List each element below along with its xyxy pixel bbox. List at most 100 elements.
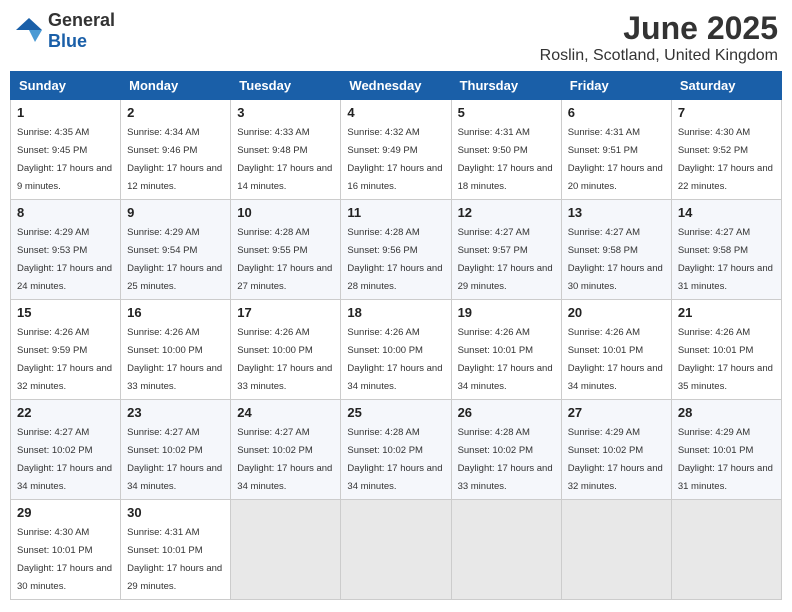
day-detail: Sunrise: 4:35 AMSunset: 9:45 PMDaylight:…: [17, 127, 112, 192]
day-number: 1: [17, 105, 114, 120]
calendar-cell: 24 Sunrise: 4:27 AMSunset: 10:02 PMDayli…: [231, 400, 341, 500]
month-title: June 2025: [540, 10, 778, 47]
day-number: 7: [678, 105, 775, 120]
day-detail: Sunrise: 4:27 AMSunset: 10:02 PMDaylight…: [127, 427, 222, 492]
calendar-cell: 12 Sunrise: 4:27 AMSunset: 9:57 PMDaylig…: [451, 200, 561, 300]
day-number: 29: [17, 505, 114, 520]
day-detail: Sunrise: 4:27 AMSunset: 10:02 PMDaylight…: [17, 427, 112, 492]
day-detail: Sunrise: 4:26 AMSunset: 10:00 PMDaylight…: [347, 327, 442, 392]
day-detail: Sunrise: 4:29 AMSunset: 10:01 PMDaylight…: [678, 427, 773, 492]
weekday-header: Wednesday: [341, 72, 451, 100]
calendar-week-row: 1 Sunrise: 4:35 AMSunset: 9:45 PMDayligh…: [11, 100, 782, 200]
day-detail: Sunrise: 4:26 AMSunset: 10:01 PMDaylight…: [458, 327, 553, 392]
calendar-cell: 17 Sunrise: 4:26 AMSunset: 10:00 PMDayli…: [231, 300, 341, 400]
calendar-cell: 8 Sunrise: 4:29 AMSunset: 9:53 PMDayligh…: [11, 200, 121, 300]
calendar-cell: 16 Sunrise: 4:26 AMSunset: 10:00 PMDayli…: [121, 300, 231, 400]
day-number: 8: [17, 205, 114, 220]
day-detail: Sunrise: 4:27 AMSunset: 9:58 PMDaylight:…: [678, 227, 773, 292]
day-number: 2: [127, 105, 224, 120]
day-number: 16: [127, 305, 224, 320]
calendar-cell: 6 Sunrise: 4:31 AMSunset: 9:51 PMDayligh…: [561, 100, 671, 200]
title-area: June 2025 Roslin, Scotland, United Kingd…: [540, 10, 778, 65]
day-detail: Sunrise: 4:26 AMSunset: 10:01 PMDaylight…: [568, 327, 663, 392]
day-detail: Sunrise: 4:29 AMSunset: 9:53 PMDaylight:…: [17, 227, 112, 292]
day-detail: Sunrise: 4:26 AMSunset: 9:59 PMDaylight:…: [17, 327, 112, 392]
calendar-cell: 3 Sunrise: 4:33 AMSunset: 9:48 PMDayligh…: [231, 100, 341, 200]
calendar-cell: 11 Sunrise: 4:28 AMSunset: 9:56 PMDaylig…: [341, 200, 451, 300]
calendar-cell: 29 Sunrise: 4:30 AMSunset: 10:01 PMDayli…: [11, 500, 121, 600]
day-number: 18: [347, 305, 444, 320]
day-number: 23: [127, 405, 224, 420]
calendar-week-row: 29 Sunrise: 4:30 AMSunset: 10:01 PMDayli…: [11, 500, 782, 600]
weekday-header: Tuesday: [231, 72, 341, 100]
day-detail: Sunrise: 4:32 AMSunset: 9:49 PMDaylight:…: [347, 127, 442, 192]
calendar-cell: [341, 500, 451, 600]
weekday-header: Sunday: [11, 72, 121, 100]
calendar-cell: 4 Sunrise: 4:32 AMSunset: 9:49 PMDayligh…: [341, 100, 451, 200]
day-detail: Sunrise: 4:28 AMSunset: 10:02 PMDaylight…: [458, 427, 553, 492]
calendar-cell: 28 Sunrise: 4:29 AMSunset: 10:01 PMDayli…: [671, 400, 781, 500]
weekday-header: Monday: [121, 72, 231, 100]
day-number: 3: [237, 105, 334, 120]
day-number: 28: [678, 405, 775, 420]
calendar-cell: 26 Sunrise: 4:28 AMSunset: 10:02 PMDayli…: [451, 400, 561, 500]
day-detail: Sunrise: 4:27 AMSunset: 10:02 PMDaylight…: [237, 427, 332, 492]
calendar-cell: 23 Sunrise: 4:27 AMSunset: 10:02 PMDayli…: [121, 400, 231, 500]
day-number: 4: [347, 105, 444, 120]
day-number: 12: [458, 205, 555, 220]
logo: General Blue: [14, 10, 115, 52]
calendar-cell: 21 Sunrise: 4:26 AMSunset: 10:01 PMDayli…: [671, 300, 781, 400]
calendar-cell: [671, 500, 781, 600]
calendar-cell: 10 Sunrise: 4:28 AMSunset: 9:55 PMDaylig…: [231, 200, 341, 300]
calendar-cell: 1 Sunrise: 4:35 AMSunset: 9:45 PMDayligh…: [11, 100, 121, 200]
calendar-week-row: 8 Sunrise: 4:29 AMSunset: 9:53 PMDayligh…: [11, 200, 782, 300]
logo-blue: Blue: [48, 31, 87, 51]
calendar-cell: 25 Sunrise: 4:28 AMSunset: 10:02 PMDayli…: [341, 400, 451, 500]
day-number: 25: [347, 405, 444, 420]
day-detail: Sunrise: 4:28 AMSunset: 10:02 PMDaylight…: [347, 427, 442, 492]
calendar-cell: 9 Sunrise: 4:29 AMSunset: 9:54 PMDayligh…: [121, 200, 231, 300]
calendar-cell: 13 Sunrise: 4:27 AMSunset: 9:58 PMDaylig…: [561, 200, 671, 300]
calendar-cell: [561, 500, 671, 600]
day-number: 6: [568, 105, 665, 120]
logo-icon: [14, 16, 44, 46]
day-detail: Sunrise: 4:26 AMSunset: 10:00 PMDaylight…: [237, 327, 332, 392]
day-number: 26: [458, 405, 555, 420]
day-detail: Sunrise: 4:26 AMSunset: 10:01 PMDaylight…: [678, 327, 773, 392]
day-number: 9: [127, 205, 224, 220]
calendar-cell: 2 Sunrise: 4:34 AMSunset: 9:46 PMDayligh…: [121, 100, 231, 200]
day-number: 11: [347, 205, 444, 220]
day-number: 30: [127, 505, 224, 520]
calendar-week-row: 22 Sunrise: 4:27 AMSunset: 10:02 PMDayli…: [11, 400, 782, 500]
day-detail: Sunrise: 4:31 AMSunset: 10:01 PMDaylight…: [127, 527, 222, 592]
location-title: Roslin, Scotland, United Kingdom: [540, 47, 778, 65]
day-detail: Sunrise: 4:34 AMSunset: 9:46 PMDaylight:…: [127, 127, 222, 192]
calendar-cell: 14 Sunrise: 4:27 AMSunset: 9:58 PMDaylig…: [671, 200, 781, 300]
day-detail: Sunrise: 4:29 AMSunset: 9:54 PMDaylight:…: [127, 227, 222, 292]
day-number: 14: [678, 205, 775, 220]
calendar-cell: [231, 500, 341, 600]
day-number: 24: [237, 405, 334, 420]
weekday-header: Friday: [561, 72, 671, 100]
day-number: 10: [237, 205, 334, 220]
day-number: 17: [237, 305, 334, 320]
day-number: 20: [568, 305, 665, 320]
calendar-cell: [451, 500, 561, 600]
day-number: 5: [458, 105, 555, 120]
calendar-cell: 20 Sunrise: 4:26 AMSunset: 10:01 PMDayli…: [561, 300, 671, 400]
weekday-header: Saturday: [671, 72, 781, 100]
day-detail: Sunrise: 4:27 AMSunset: 9:58 PMDaylight:…: [568, 227, 663, 292]
day-detail: Sunrise: 4:28 AMSunset: 9:55 PMDaylight:…: [237, 227, 332, 292]
calendar-cell: 19 Sunrise: 4:26 AMSunset: 10:01 PMDayli…: [451, 300, 561, 400]
day-detail: Sunrise: 4:31 AMSunset: 9:51 PMDaylight:…: [568, 127, 663, 192]
calendar-cell: 30 Sunrise: 4:31 AMSunset: 10:01 PMDayli…: [121, 500, 231, 600]
day-detail: Sunrise: 4:33 AMSunset: 9:48 PMDaylight:…: [237, 127, 332, 192]
day-detail: Sunrise: 4:28 AMSunset: 9:56 PMDaylight:…: [347, 227, 442, 292]
day-number: 21: [678, 305, 775, 320]
calendar-cell: 15 Sunrise: 4:26 AMSunset: 9:59 PMDaylig…: [11, 300, 121, 400]
day-detail: Sunrise: 4:26 AMSunset: 10:00 PMDaylight…: [127, 327, 222, 392]
calendar-cell: 18 Sunrise: 4:26 AMSunset: 10:00 PMDayli…: [341, 300, 451, 400]
day-detail: Sunrise: 4:29 AMSunset: 10:02 PMDaylight…: [568, 427, 663, 492]
page-header: General Blue June 2025 Roslin, Scotland,…: [10, 10, 782, 65]
day-detail: Sunrise: 4:27 AMSunset: 9:57 PMDaylight:…: [458, 227, 553, 292]
